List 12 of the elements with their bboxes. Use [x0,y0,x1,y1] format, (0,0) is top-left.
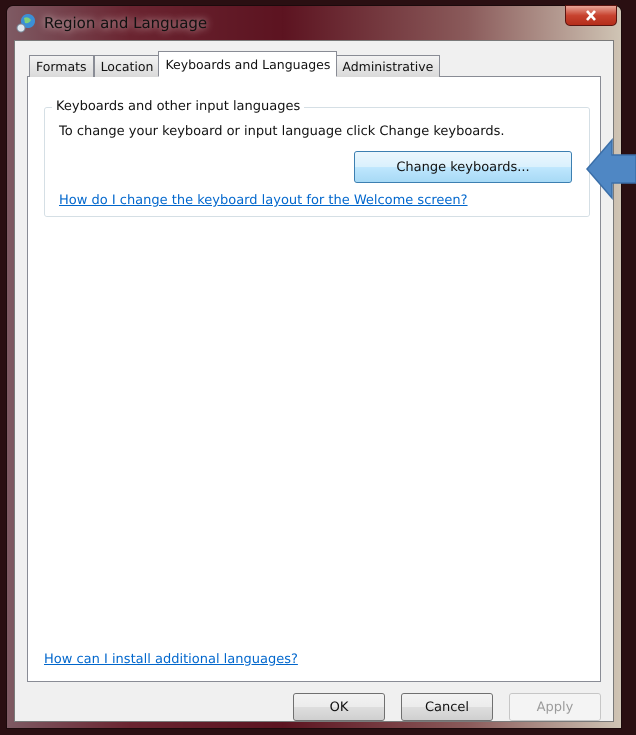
help-link[interactable]: How can I install additional languages? [44,652,298,667]
tab[interactable]: Keyboards and Languages [158,51,338,77]
window-title: Region and Language [44,14,208,32]
tab[interactable]: Location [94,55,160,77]
description-text: To change your keyboard or input language click Change keyboards. [59,124,506,139]
tab[interactable]: Administrative [335,55,440,77]
dialog-button[interactable]: Cancel [401,693,493,721]
dialog-button[interactable]: OK [293,693,385,721]
tab[interactable]: Formats [29,55,94,77]
group-title: Keyboards and other input languages [52,99,304,114]
change-keyboards-button[interactable]: Change keyboards... [354,151,572,183]
help-link[interactable]: How do I change the keyboard layout for the Welcome screen? [59,193,468,208]
